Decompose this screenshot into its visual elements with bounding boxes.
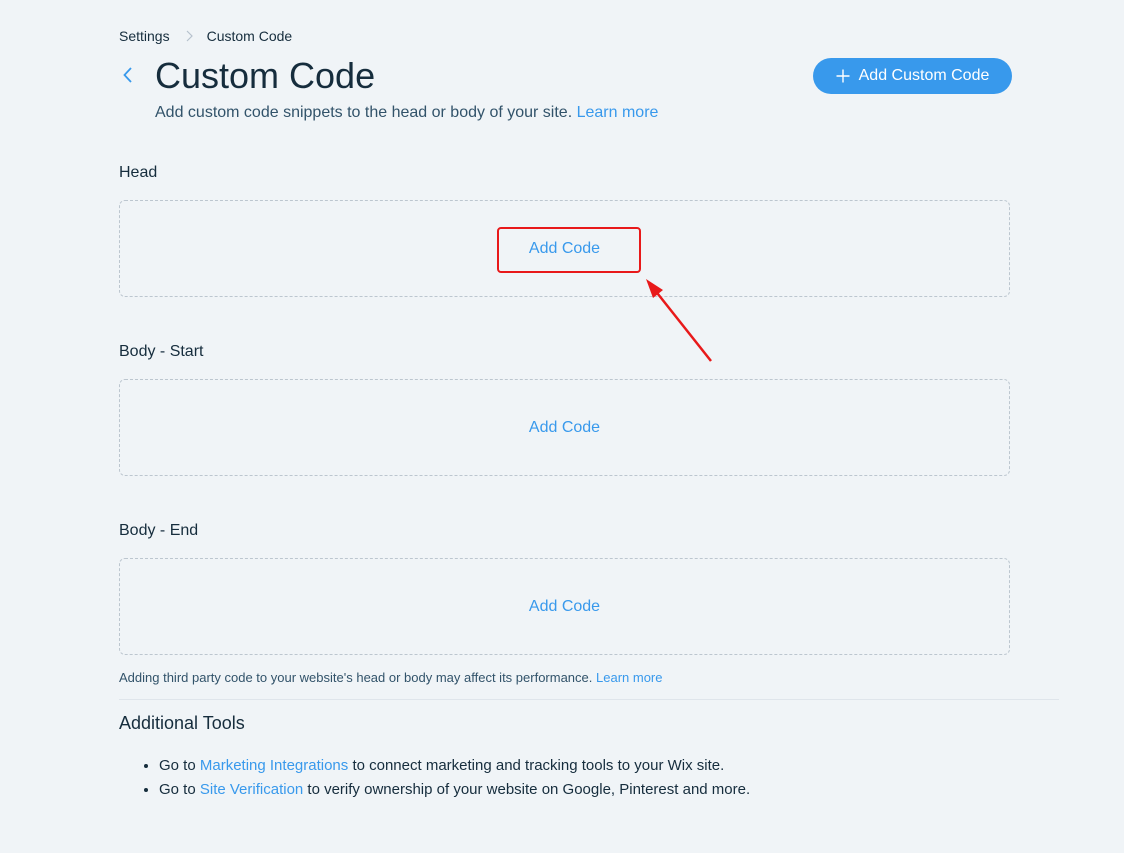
chevron-left-icon — [122, 66, 132, 88]
breadcrumb-item-current: Custom Code — [206, 28, 293, 44]
section-label-body-start: Body - Start — [119, 343, 204, 360]
divider — [119, 699, 1059, 700]
performance-footnote: Adding third party code to your website'… — [119, 670, 663, 685]
add-code-body-end-button[interactable]: Add Code — [529, 598, 600, 616]
chevron-right-icon — [186, 30, 193, 42]
section-label-body-end: Body - End — [119, 522, 199, 539]
breadcrumb: Settings Custom Code — [119, 28, 292, 44]
list-item: Go to Site Verification to verify owners… — [159, 778, 750, 802]
tools-item-suffix: to connect marketing and tracking tools … — [348, 757, 725, 774]
page-title: Custom Code — [155, 55, 376, 96]
site-verification-link[interactable]: Site Verification — [200, 781, 303, 798]
page-subtitle: Add custom code snippets to the head or … — [155, 103, 658, 123]
footnote-learn-more-link[interactable]: Learn more — [596, 670, 662, 685]
head-code-zone: Add Code — [119, 200, 1010, 297]
subtitle-text: Add custom code snippets to the head or … — [155, 104, 573, 121]
plus-icon — [836, 69, 850, 83]
back-button[interactable] — [117, 66, 137, 88]
marketing-integrations-link[interactable]: Marketing Integrations — [200, 757, 348, 774]
body-start-code-zone: Add Code — [119, 379, 1010, 476]
list-item: Go to Marketing Integrations to connect … — [159, 754, 750, 778]
footnote-text: Adding third party code to your website'… — [119, 670, 593, 685]
breadcrumb-item-settings[interactable]: Settings — [119, 28, 170, 44]
tools-item-prefix: Go to — [159, 757, 200, 774]
additional-tools-title: Additional Tools — [119, 713, 245, 733]
add-custom-code-label: Add Custom Code — [858, 67, 990, 84]
tools-item-prefix: Go to — [159, 781, 200, 798]
learn-more-link[interactable]: Learn more — [577, 104, 659, 121]
add-code-body-start-button[interactable]: Add Code — [529, 419, 600, 437]
section-label-head: Head — [119, 164, 158, 181]
add-custom-code-button[interactable]: Add Custom Code — [813, 58, 1012, 94]
add-code-head-button[interactable]: Add Code — [529, 240, 600, 258]
body-end-code-zone: Add Code — [119, 558, 1010, 655]
tools-item-suffix: to verify ownership of your website on G… — [303, 781, 751, 798]
additional-tools-list: Go to Marketing Integrations to connect … — [119, 754, 750, 802]
